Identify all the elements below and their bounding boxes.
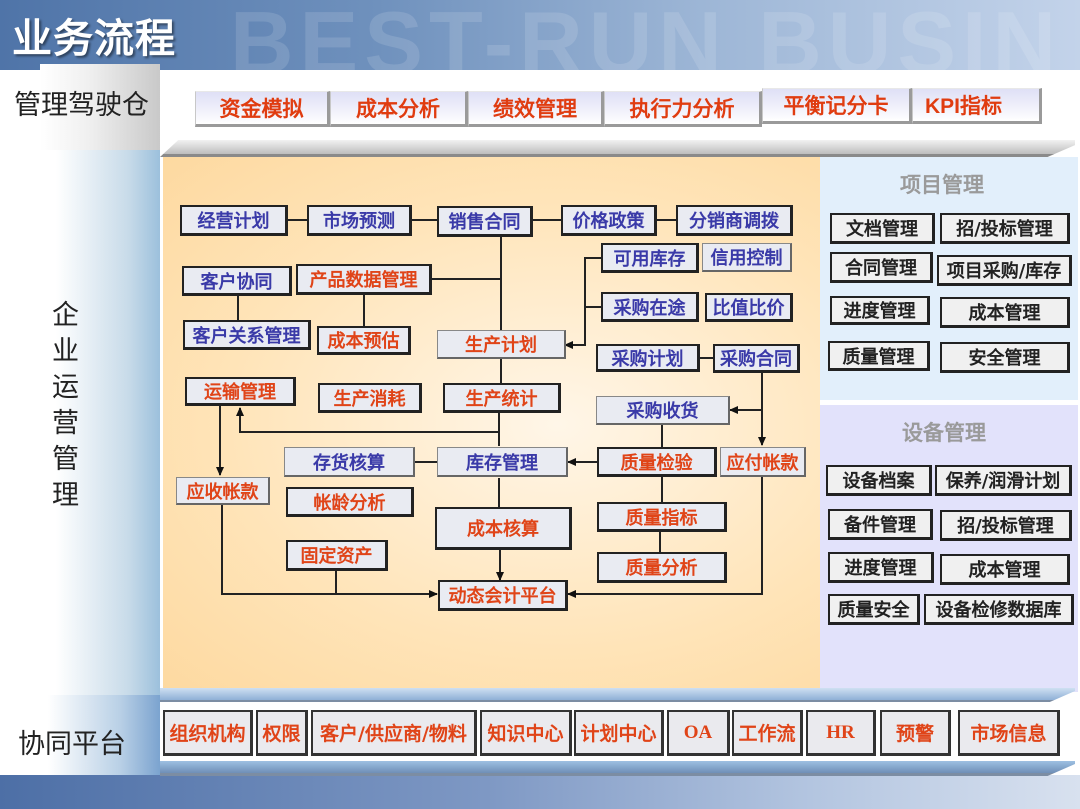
node-cost-estimate[interactable]: 成本预估 — [317, 326, 411, 355]
equipment-item-progress[interactable]: 进度管理 — [828, 552, 934, 583]
node-inventory-accounting[interactable]: 存货核算 — [284, 447, 415, 477]
node-purchase-receipt[interactable]: 采购收货 — [596, 396, 730, 425]
cockpit-tab-balanced-scorecard[interactable]: 平衡记分卡 — [762, 88, 912, 124]
project-item-bidding[interactable]: 招/投标管理 — [940, 213, 1070, 244]
node-product-data-mgmt[interactable]: 产品数据管理 — [296, 264, 432, 295]
node-quality-analysis[interactable]: 质量分析 — [597, 552, 727, 583]
equipment-management-panel: 设备管理 — [820, 405, 1078, 692]
node-fixed-assets[interactable]: 固定资产 — [286, 540, 388, 571]
collab-tab-hr[interactable]: HR — [806, 710, 876, 756]
node-crm[interactable]: 客户关系管理 — [183, 320, 311, 350]
project-item-document[interactable]: 文档管理 — [830, 213, 935, 244]
project-item-procurement-inventory[interactable]: 项目采购/库存 — [937, 255, 1072, 286]
project-management-title: 项目管理 — [900, 173, 984, 197]
node-distributor-allocation[interactable]: 分销商调拨 — [676, 205, 793, 236]
collab-tab-market-info[interactable]: 市场信息 — [958, 710, 1060, 756]
cockpit-shelf — [160, 140, 1075, 157]
project-item-progress[interactable]: 进度管理 — [830, 296, 930, 325]
node-quality-index[interactable]: 质量指标 — [597, 502, 727, 532]
equipment-item-maintenance-plan[interactable]: 保养/润滑计划 — [935, 465, 1072, 496]
node-cost-accounting[interactable]: 成本核算 — [435, 507, 572, 550]
node-purchase-in-transit[interactable]: 采购在途 — [601, 292, 699, 322]
collab-tab-alerts[interactable]: 预警 — [880, 710, 951, 756]
node-accounts-payable[interactable]: 应付帐款 — [720, 447, 806, 477]
equipment-item-archive[interactable]: 设备档案 — [826, 465, 932, 496]
node-sales-contract[interactable]: 销售合同 — [437, 206, 533, 237]
project-item-quality[interactable]: 质量管理 — [828, 341, 930, 371]
collab-shelf-top — [160, 688, 1075, 703]
node-inventory-mgmt[interactable]: 库存管理 — [437, 447, 568, 477]
node-production-stats[interactable]: 生产统计 — [443, 383, 561, 413]
equipment-item-repair-database[interactable]: 设备检修数据库 — [924, 594, 1074, 625]
footer-band — [0, 775, 1080, 809]
collab-shelf-bottom — [160, 761, 1075, 776]
collab-tab-permissions[interactable]: 权限 — [256, 710, 308, 756]
node-credit-control[interactable]: 信用控制 — [702, 243, 792, 272]
node-purchase-plan[interactable]: 采购计划 — [596, 344, 700, 372]
node-quality-inspection[interactable]: 质量检验 — [597, 447, 717, 477]
collab-tab-customer-supplier-material[interactable]: 客户/供应商/物料 — [311, 710, 477, 756]
cockpit-tab-kpi[interactable]: KPI指标 — [912, 88, 1042, 124]
equipment-item-cost[interactable]: 成本管理 — [940, 554, 1070, 585]
collab-tab-knowledge-center[interactable]: 知识中心 — [480, 710, 572, 756]
node-market-forecast[interactable]: 市场预测 — [307, 205, 412, 236]
equipment-item-bidding[interactable]: 招/投标管理 — [940, 510, 1072, 541]
node-price-comparison[interactable]: 比值比价 — [705, 293, 793, 322]
section-label-collaboration: 协同平台 — [18, 729, 126, 760]
node-production-consumption[interactable]: 生产消耗 — [318, 383, 422, 413]
cockpit-tab-execution-analysis[interactable]: 执行力分析 — [604, 91, 762, 127]
node-price-policy[interactable]: 价格政策 — [561, 205, 657, 236]
collab-tab-organization[interactable]: 组织机构 — [163, 710, 253, 756]
cockpit-tab-cost-analysis[interactable]: 成本分析 — [330, 91, 468, 127]
collab-tab-planning-center[interactable]: 计划中心 — [574, 710, 664, 756]
collab-tab-workflow[interactable]: 工作流 — [732, 710, 803, 756]
node-available-inventory[interactable]: 可用库存 — [601, 243, 699, 273]
node-dynamic-accounting-platform[interactable]: 动态会计平台 — [438, 580, 568, 611]
project-item-contract[interactable]: 合同管理 — [830, 252, 933, 283]
equipment-management-title: 设备管理 — [902, 421, 986, 445]
project-item-safety[interactable]: 安全管理 — [940, 342, 1070, 373]
node-accounts-receivable[interactable]: 应收帐款 — [176, 477, 270, 505]
node-transport-mgmt[interactable]: 运输管理 — [185, 377, 296, 406]
section-label-cockpit: 管理驾驶仓 — [14, 90, 149, 121]
equipment-item-quality-safety[interactable]: 质量安全 — [828, 594, 920, 625]
collab-tab-oa[interactable]: OA — [667, 710, 730, 756]
node-production-plan[interactable]: 生产计划 — [437, 330, 566, 359]
node-customer-collab[interactable]: 客户协同 — [182, 266, 292, 296]
page-title: 业务流程 — [12, 16, 176, 62]
node-business-plan[interactable]: 经营计划 — [180, 205, 288, 236]
project-item-cost[interactable]: 成本管理 — [940, 297, 1070, 328]
cockpit-tab-performance[interactable]: 绩效管理 — [468, 91, 604, 127]
equipment-item-spare-parts[interactable]: 备件管理 — [828, 509, 933, 540]
cockpit-tab-fund-simulation[interactable]: 资金模拟 — [195, 91, 330, 127]
node-purchase-contract[interactable]: 采购合同 — [713, 344, 800, 373]
node-aging-analysis[interactable]: 帐龄分析 — [286, 487, 414, 517]
section-label-operations: 企业运营管理 — [52, 300, 79, 511]
banner-watermark: BEST-RUN BUSIN — [230, 0, 1063, 92]
